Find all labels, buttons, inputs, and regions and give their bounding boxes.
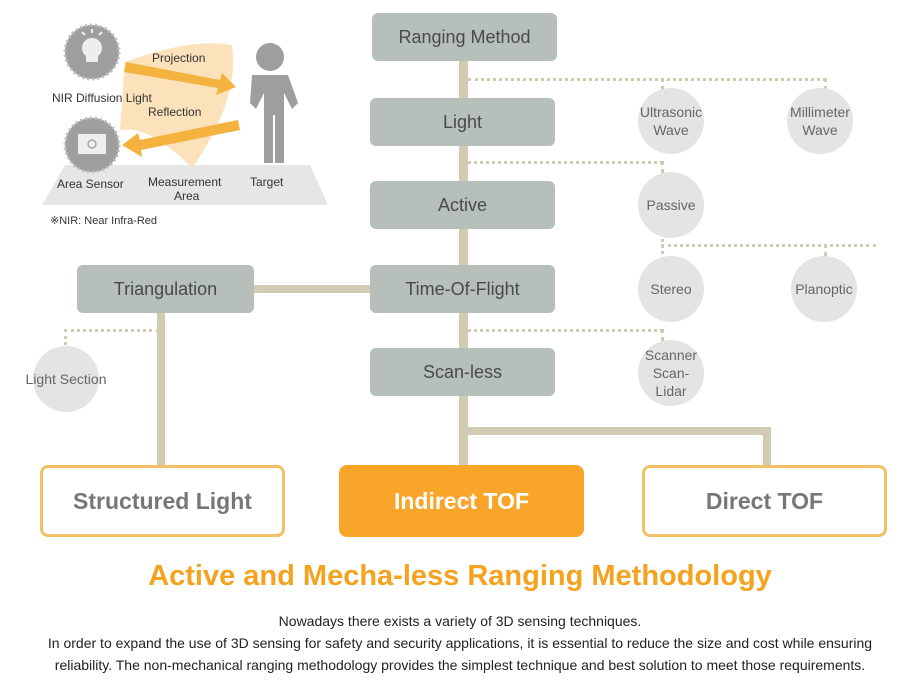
headline: Active and Mecha-less Ranging Methodolog… (148, 560, 772, 592)
target-label: Target (250, 175, 284, 189)
node-ultrasonic-wave: Ultrasonic Wave (638, 88, 704, 154)
node-time-of-flight: Time-Of-Flight (370, 265, 555, 313)
structured-light-connector (157, 312, 165, 467)
projection-label: Projection (152, 51, 206, 65)
millimeter-line-1: Millimeter (790, 104, 850, 120)
direct-tof-h-connector (465, 427, 771, 435)
dotted-drop-planoptic (824, 244, 827, 256)
node-triangulation: Triangulation (77, 265, 254, 313)
area-label-1: Measurement (148, 175, 222, 189)
illustration-graphics (42, 23, 328, 205)
result-direct-tof: Direct TOF (642, 465, 887, 537)
ultrasonic-line-2: Wave (653, 122, 689, 138)
direct-tof-v-connector (763, 427, 771, 467)
scanner-line-1: Scanner (644, 347, 698, 363)
node-passive: Passive (638, 172, 704, 238)
light-label: NIR Diffusion Light (52, 91, 152, 105)
area-label-2: Area (174, 189, 200, 203)
light-section-label: Light Section (25, 371, 107, 387)
scanner-line-2: Scan-Lidar (652, 365, 690, 399)
result-structured-light: Structured Light (40, 465, 285, 537)
reflection-label: Reflection (148, 105, 202, 119)
dotted-line-light-section (64, 329, 159, 332)
node-ranging-method: Ranging Method (372, 13, 557, 61)
triangulation-connector (250, 285, 375, 293)
node-light: Light (370, 98, 555, 146)
node-millimeter-wave: Millimeter Wave (787, 88, 853, 154)
target-person-icon (250, 43, 298, 163)
dotted-line-passive-types (661, 244, 876, 247)
description-line-1: Nowadays there exists a variety of 3D se… (278, 613, 642, 629)
dotted-drop-scanner (661, 329, 664, 341)
nir-footnote: ※NIR: Near Infra-Red (50, 215, 158, 227)
dotted-line-scanner (468, 329, 663, 332)
description: Nowadays there exists a variety of 3D se… (40, 610, 880, 676)
millimeter-line-2: Wave (802, 122, 838, 138)
result-indirect-tof: Indirect TOF (339, 465, 584, 537)
sensor-label: Area Sensor (57, 177, 124, 191)
ultrasonic-line-1: Ultrasonic (639, 104, 703, 120)
dotted-line-passive (468, 161, 663, 164)
dotted-line-other-methods (468, 78, 826, 81)
node-active: Active (370, 181, 555, 229)
description-paragraph: In order to expand the use of 3D sensing… (47, 635, 873, 673)
node-stereo: Stereo (638, 256, 704, 322)
dotted-drop-light-section (64, 329, 67, 345)
dotted-drop-passive (661, 161, 664, 173)
node-light-section: Light Section (26, 346, 106, 412)
node-scan-less: Scan-less (370, 348, 555, 396)
node-scanner: Scanner Scan-Lidar (638, 340, 704, 406)
node-planoptic: Planoptic (791, 256, 857, 322)
